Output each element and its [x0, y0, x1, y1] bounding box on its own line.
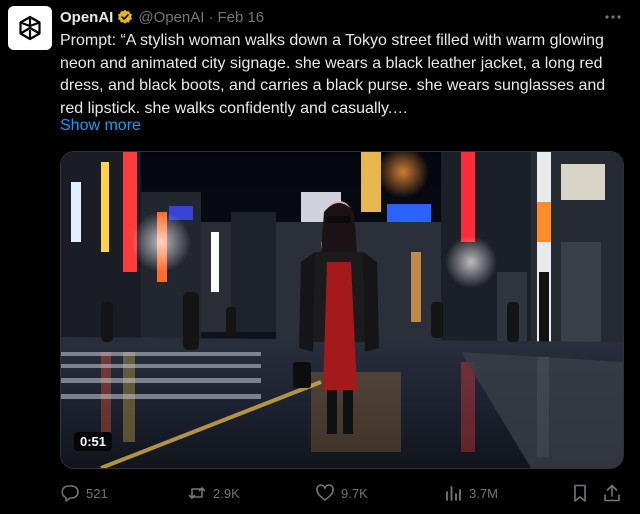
reply-button[interactable]: 521: [60, 480, 108, 506]
openai-logo-icon: [19, 15, 41, 41]
post-date[interactable]: Feb 16: [217, 9, 264, 26]
author-avatar[interactable]: [8, 6, 52, 50]
separator-dot: ·: [208, 8, 214, 26]
bookmark-button[interactable]: [570, 480, 596, 506]
views-button[interactable]: 3.7M: [443, 480, 498, 506]
action-bar: 521 2.9K 9.7K 3.7M: [60, 480, 626, 506]
repost-count: 2.9K: [213, 485, 240, 501]
views-chart-icon: [446, 486, 461, 501]
share-icon: [604, 484, 620, 502]
tweet-header: OpenAI @OpenAI · Feb 16: [60, 6, 264, 28]
show-more-link[interactable]: Show more: [60, 117, 141, 135]
reply-count: 521: [86, 485, 108, 501]
repost-button[interactable]: 2.9K: [187, 480, 240, 506]
tweet-text: Prompt: “A stylish woman walks down a To…: [60, 32, 606, 117]
video-thumbnail: [61, 152, 623, 468]
repost-icon: [188, 487, 206, 499]
share-button[interactable]: [602, 480, 628, 506]
video-duration-badge: 0:51: [74, 432, 113, 451]
like-count: 9.7K: [341, 485, 368, 501]
gold-verified-badge-icon[interactable]: [117, 9, 133, 25]
heart-icon: [316, 484, 334, 501]
author-display-name[interactable]: OpenAI: [60, 9, 113, 26]
more-options-icon[interactable]: [602, 6, 624, 28]
bookmark-icon: [574, 484, 586, 502]
view-count: 3.7M: [469, 485, 498, 501]
reply-icon: [61, 485, 79, 502]
tweet: OpenAI @OpenAI · Feb 16 Prompt: “A styli…: [0, 0, 640, 514]
video-player[interactable]: [60, 151, 624, 469]
author-handle[interactable]: @OpenAI: [138, 9, 204, 26]
like-button[interactable]: 9.7K: [315, 480, 368, 506]
